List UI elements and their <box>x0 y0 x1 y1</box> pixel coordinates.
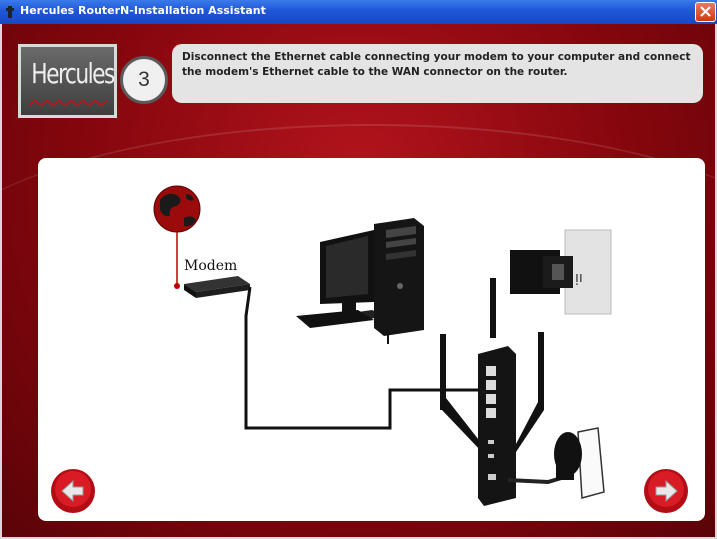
power-outlet-icon <box>554 427 605 499</box>
modem-label: Modem <box>184 258 238 274</box>
illustration-panel: ᴉı Modem <box>38 158 705 521</box>
close-icon <box>700 6 711 17</box>
right-arrow-icon <box>644 469 688 513</box>
left-arrow-icon <box>51 469 95 513</box>
next-button[interactable] <box>643 468 689 514</box>
app-icon <box>6 6 14 18</box>
previous-button[interactable] <box>50 468 96 514</box>
hercules-logo: Hercules <box>18 44 117 118</box>
title-bar[interactable]: Hercules RouterN-Installation Assistant <box>0 0 717 24</box>
instruction-text: Disconnect the Ethernet cable connecting… <box>172 44 703 103</box>
router-setup-illustration: ᴉı <box>153 185 612 506</box>
logo-wave-icon <box>29 100 107 106</box>
router-icon <box>440 278 544 506</box>
computer-icon <box>296 218 424 336</box>
close-button[interactable] <box>695 2 716 22</box>
svg-text:ᴉı: ᴉı <box>575 270 583 286</box>
modem-icon <box>184 276 250 298</box>
logo-text: Hercules <box>31 57 115 90</box>
window-title: Hercules RouterN-Installation Assistant <box>20 4 266 17</box>
ethernet-connector-icon: ᴉı <box>510 229 612 315</box>
client-area: Hercules 3 Disconnect the Ethernet cable… <box>2 24 715 537</box>
installer-window: Hercules RouterN-Installation Assistant … <box>0 0 717 539</box>
step-number-badge: 3 <box>120 56 168 104</box>
internet-globe-icon <box>153 185 201 233</box>
